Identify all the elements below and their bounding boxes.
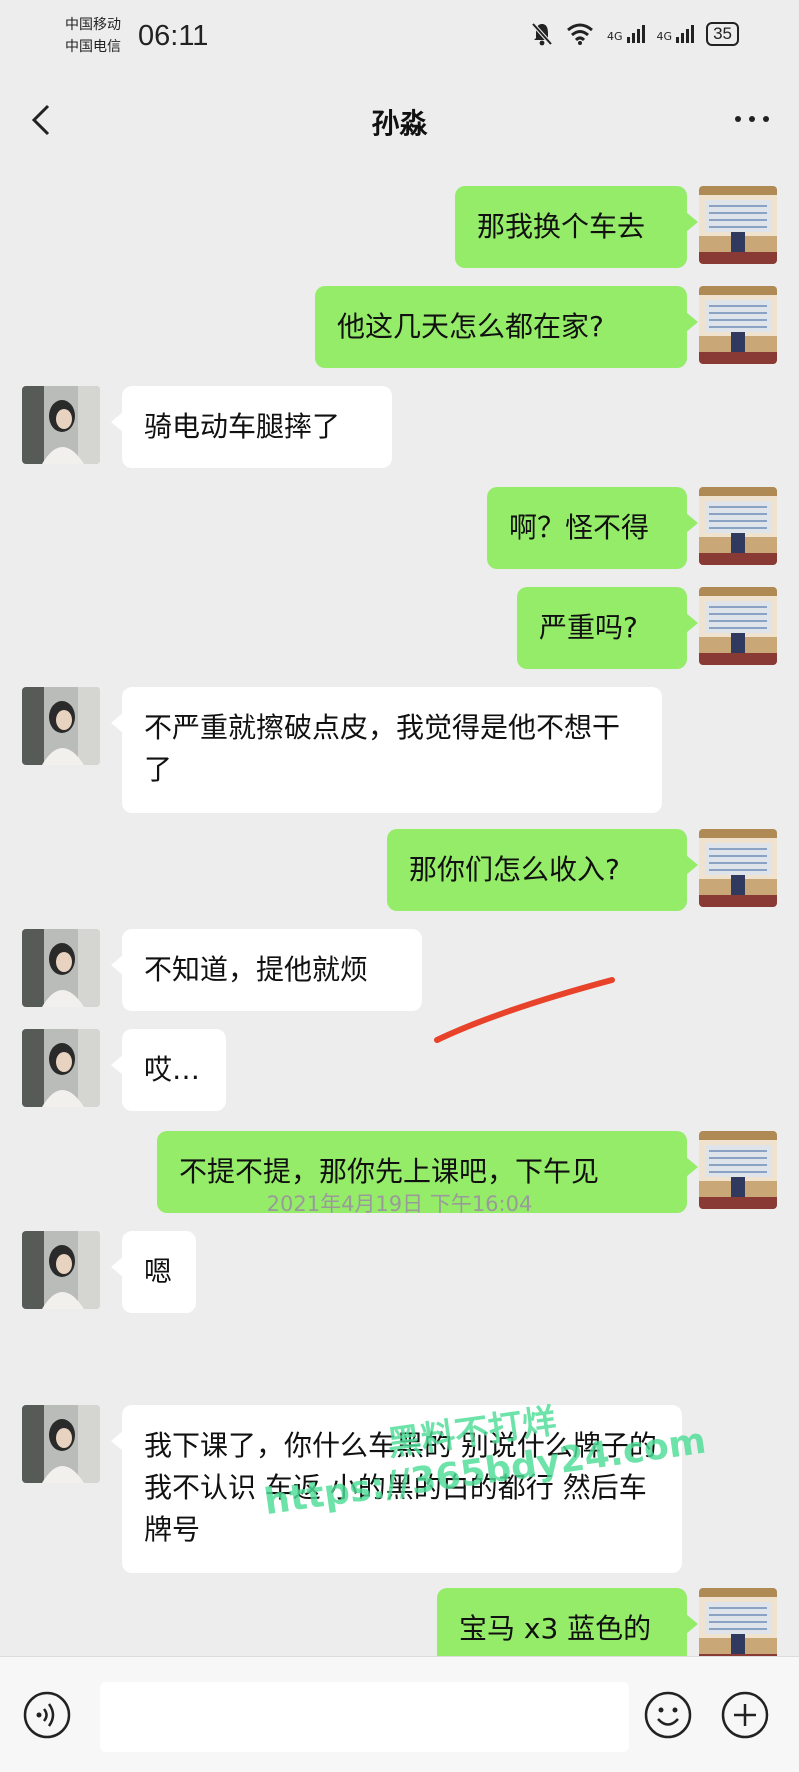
clock: 06:11: [138, 20, 209, 52]
message-row: 那你们怎么收入?: [0, 829, 799, 911]
message-row: 啊？怪不得: [0, 487, 799, 569]
status-icons: 4G 4G 35: [531, 22, 739, 46]
chat-timestamp: 2021年4月19日 下午16:04: [266, 1192, 533, 1216]
chat-header: 孙淼: [0, 80, 799, 162]
contact-message-bubble[interactable]: 骑电动车腿摔了: [111, 386, 392, 468]
message-input[interactable]: [100, 1682, 629, 1752]
contact-message-bubble[interactable]: 哎…: [111, 1029, 226, 1111]
contact-avatar[interactable]: [22, 687, 100, 765]
voice-icon[interactable]: [22, 1690, 72, 1740]
my-avatar[interactable]: [699, 487, 777, 565]
message-row: 哎…: [0, 1029, 799, 1111]
my-avatar[interactable]: [699, 186, 777, 264]
contact-message-bubble[interactable]: 不严重就擦破点皮，我觉得是他不想干了: [111, 687, 662, 813]
contact-avatar[interactable]: [22, 1029, 100, 1107]
message-row: 嗯: [0, 1231, 799, 1313]
chat-title: 孙淼: [371, 107, 428, 140]
network-type-2: 4G: [656, 30, 673, 43]
carrier-1: 中国移动: [65, 17, 121, 33]
contact-message-bubble[interactable]: 不知道，提他就烦: [111, 929, 422, 1011]
emoji-icon[interactable]: [643, 1690, 693, 1740]
signal-1: 4G: [607, 25, 645, 43]
contact-avatar[interactable]: [22, 1405, 100, 1483]
message-row: 他这几天怎么都在家?: [0, 286, 799, 368]
more-dots-icon[interactable]: [735, 116, 769, 122]
message-row: 不知道，提他就烦: [0, 929, 799, 1011]
input-bar: [0, 1656, 799, 1772]
my-message-bubble[interactable]: 严重吗?: [517, 587, 698, 669]
plus-icon[interactable]: [720, 1690, 770, 1740]
message-row: 我下课了，你什么车黑的 别说什么牌子的我不认识 车返 小的黑的白的都行 然后车牌…: [0, 1405, 799, 1573]
my-avatar[interactable]: [699, 286, 777, 364]
contact-avatar[interactable]: [22, 929, 100, 1007]
network-type-1: 4G: [607, 30, 623, 43]
battery-indicator: 35: [706, 22, 739, 46]
contact-avatar[interactable]: [22, 386, 100, 464]
contact-message-bubble[interactable]: 我下课了，你什么车黑的 别说什么牌子的我不认识 车返 小的黑的白的都行 然后车牌…: [111, 1405, 682, 1573]
my-avatar[interactable]: [699, 1588, 777, 1666]
wifi-icon: [567, 23, 593, 45]
status-bar: 中国移动 中国电信 06:11 4G 4G 35: [0, 0, 799, 80]
message-row: 严重吗?: [0, 587, 799, 669]
mute-bell-icon: [531, 22, 553, 46]
my-message-bubble[interactable]: 那我换个车去: [455, 186, 698, 268]
my-message-bubble[interactable]: 那你们怎么收入?: [387, 829, 698, 911]
carrier-info: 中国移动 中国电信: [65, 14, 121, 58]
my-message-bubble[interactable]: 他这几天怎么都在家?: [315, 286, 698, 368]
signal-2: 4G: [657, 25, 695, 43]
my-avatar[interactable]: [699, 829, 777, 907]
contact-avatar[interactable]: [22, 1231, 100, 1309]
contact-message-bubble[interactable]: 嗯: [111, 1231, 196, 1313]
message-row: 不严重就擦破点皮，我觉得是他不想干了: [0, 687, 799, 813]
my-avatar[interactable]: [699, 587, 777, 665]
message-row: 那我换个车去: [0, 186, 799, 268]
my-message-bubble[interactable]: 啊？怪不得: [487, 487, 698, 569]
message-row: 骑电动车腿摔了: [0, 386, 799, 468]
carrier-2: 中国电信: [65, 39, 121, 55]
